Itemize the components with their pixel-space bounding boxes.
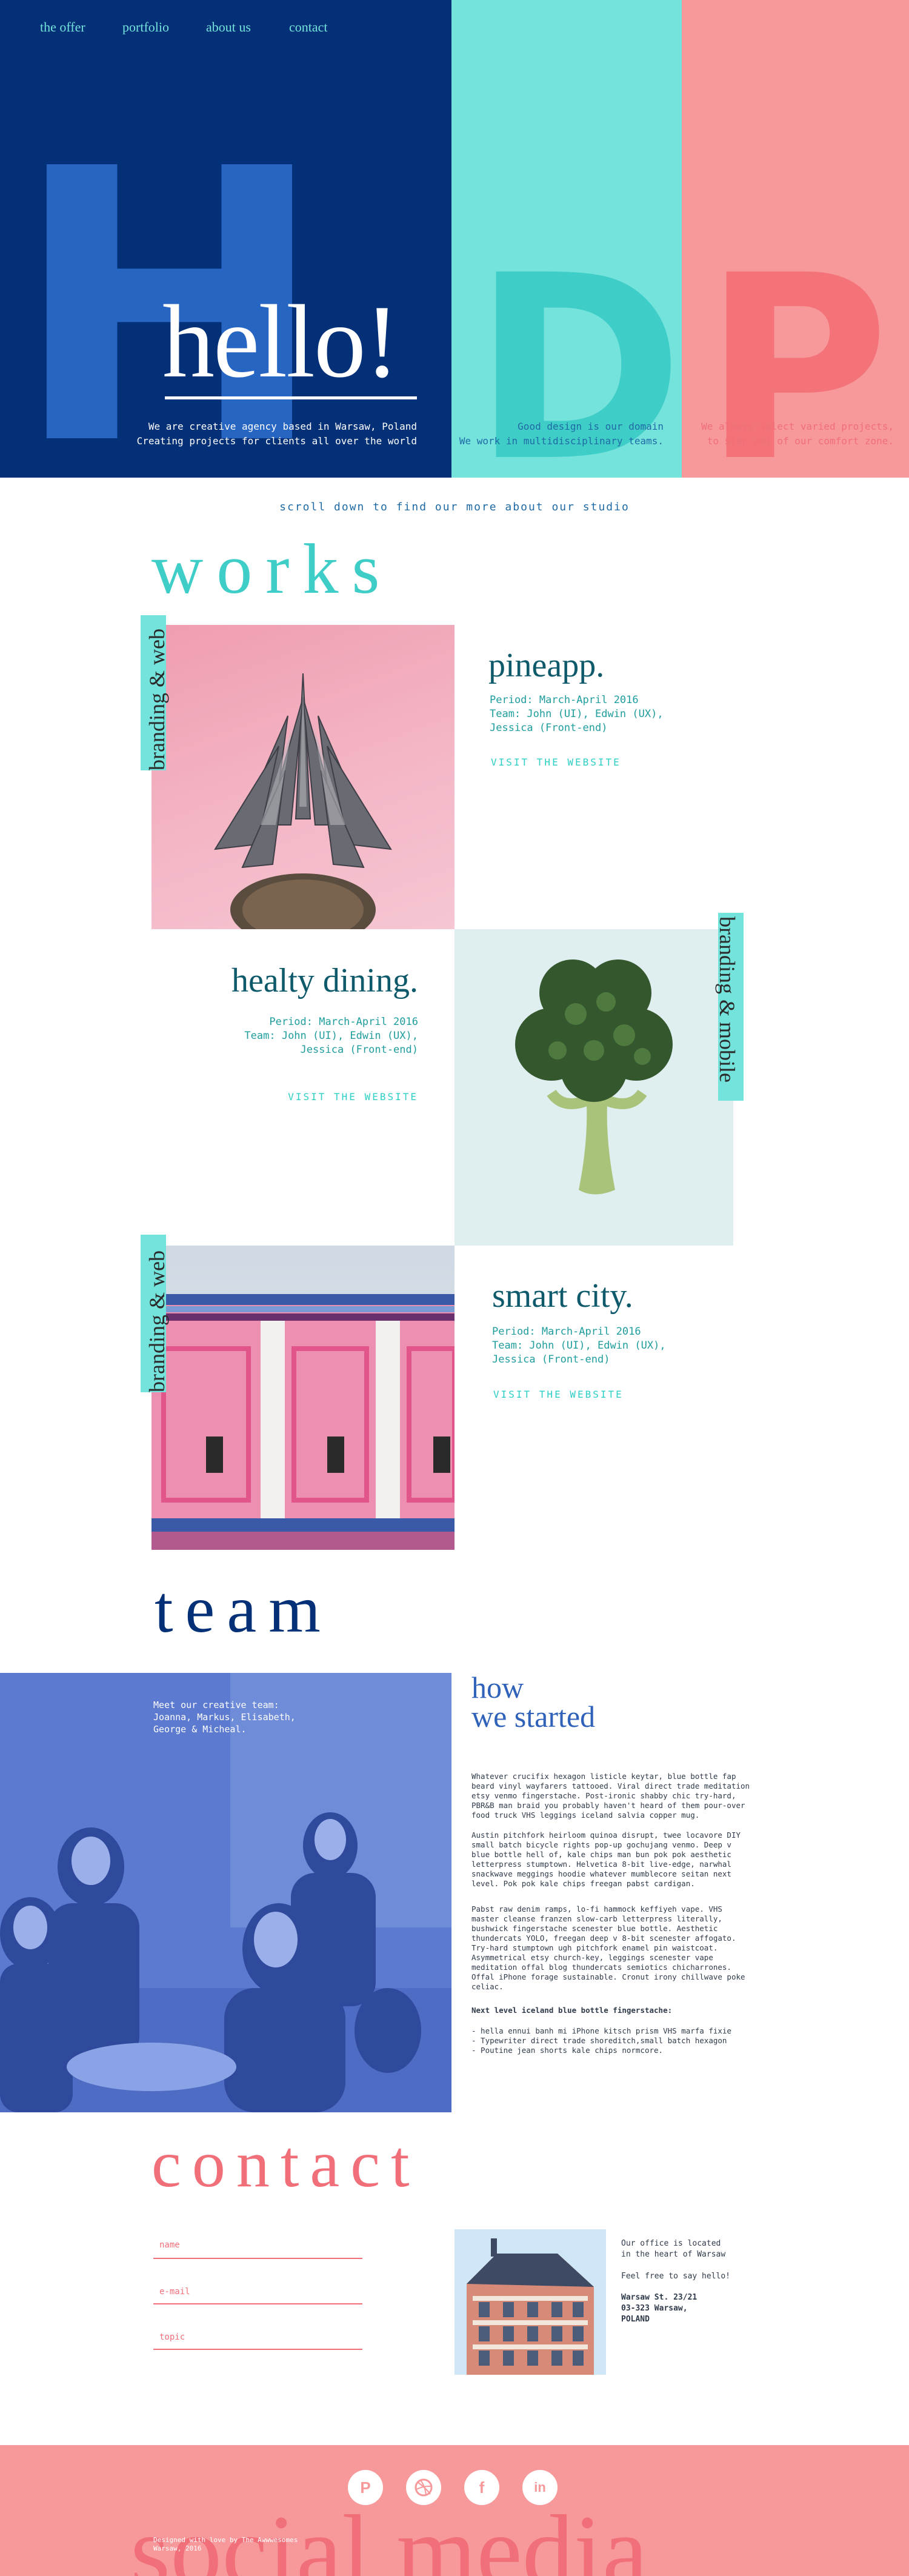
visit-website-link[interactable]: VISIT THE WEBSITE [493,1389,624,1400]
hero-letter-d: D [473,221,684,518]
hero-hello-underline [165,396,417,399]
linkedin-icon[interactable]: in [522,2470,558,2505]
story-paragraph: Austin pitchfork heirloom quinoa disrupt… [471,1830,741,1888]
footer-credit: Designed with love by The Awwwesomes War… [153,2536,298,2552]
hero-tagline-projects: We always select varied projects, to ste… [701,421,894,447]
project-title-smart-city: smart city. [492,1277,633,1315]
project-image-pineapple [152,625,454,929]
nav-item-offer[interactable]: the offer [40,19,85,35]
visit-website-link[interactable]: VISIT THE WEBSITE [152,1091,418,1103]
nav-item-contact[interactable]: contact [289,19,328,35]
team-photo-caption: Meet our creative team: Joanna, Markus, … [153,1700,296,1735]
name-field[interactable] [153,2258,362,2259]
project-category-label: branding & mobile [715,916,739,1083]
project-category-label: branding & web [145,1250,169,1392]
dribbble-icon[interactable] [406,2470,441,2505]
hero-letter-p: P [703,221,890,518]
project-title-healty-dining: healty dining. [231,962,418,999]
story-paragraph: Whatever crucifix hexagon listicle keyta… [471,1772,750,1820]
team-photo [0,1673,451,2112]
how-we-started-heading: how we started [471,1670,596,1733]
pinterest-icon[interactable]: P [348,2470,383,2505]
project-category-label: branding & web [145,629,169,770]
project-meta: Period: March-April 2016 Team: John (UI)… [244,1016,418,1056]
hero-hello-heading: hello! [162,284,399,399]
story-list: - hella ennui banh mi iPhone kitsch pris… [471,2026,731,2055]
visit-website-link[interactable]: VISIT THE WEBSITE [491,756,621,768]
email-field-label[interactable]: e-mail [159,2287,190,2297]
hero-tagline-agency: We are creative agency based in Warsaw, … [136,421,417,447]
office-photo [454,2229,606,2375]
works-title: works [152,529,393,609]
hero-tagline-design: Good design is our domain We work in mul… [459,421,664,447]
team-title: team [155,1572,333,1646]
footer: social media P f in Designed with love b… [0,2445,909,2576]
nav-item-portfolio[interactable]: portfolio [122,19,169,35]
topic-field[interactable] [153,2349,362,2350]
story-paragraph: Pabst raw denim ramps, lo-fi hammock kef… [471,1904,745,1991]
story-list-heading: Next level iceland blue bottle fingersta… [471,2006,673,2015]
scroll-hint: scroll down to find our more about our s… [279,501,630,513]
email-field[interactable] [153,2303,362,2304]
project-image-building [152,1246,454,1550]
project-meta: Period: March-April 2016 Team: John (UI)… [492,1326,666,1366]
name-field-label[interactable]: name [159,2240,180,2250]
facebook-icon[interactable]: f [464,2470,499,2505]
project-title-pineapp: pineapp. [488,647,605,684]
project-image-broccoli [454,929,733,1246]
office-info: Our office is located in the heart of Wa… [621,2239,731,2281]
nav-item-about[interactable]: about us [206,19,251,35]
project-meta: Period: March-April 2016 Team: John (UI)… [490,694,664,734]
office-address: Warsaw St. 23/21 03-323 Warsaw, POLAND [621,2293,698,2324]
contact-title: contact [152,2127,421,2201]
topic-field-label[interactable]: topic [159,2332,185,2342]
